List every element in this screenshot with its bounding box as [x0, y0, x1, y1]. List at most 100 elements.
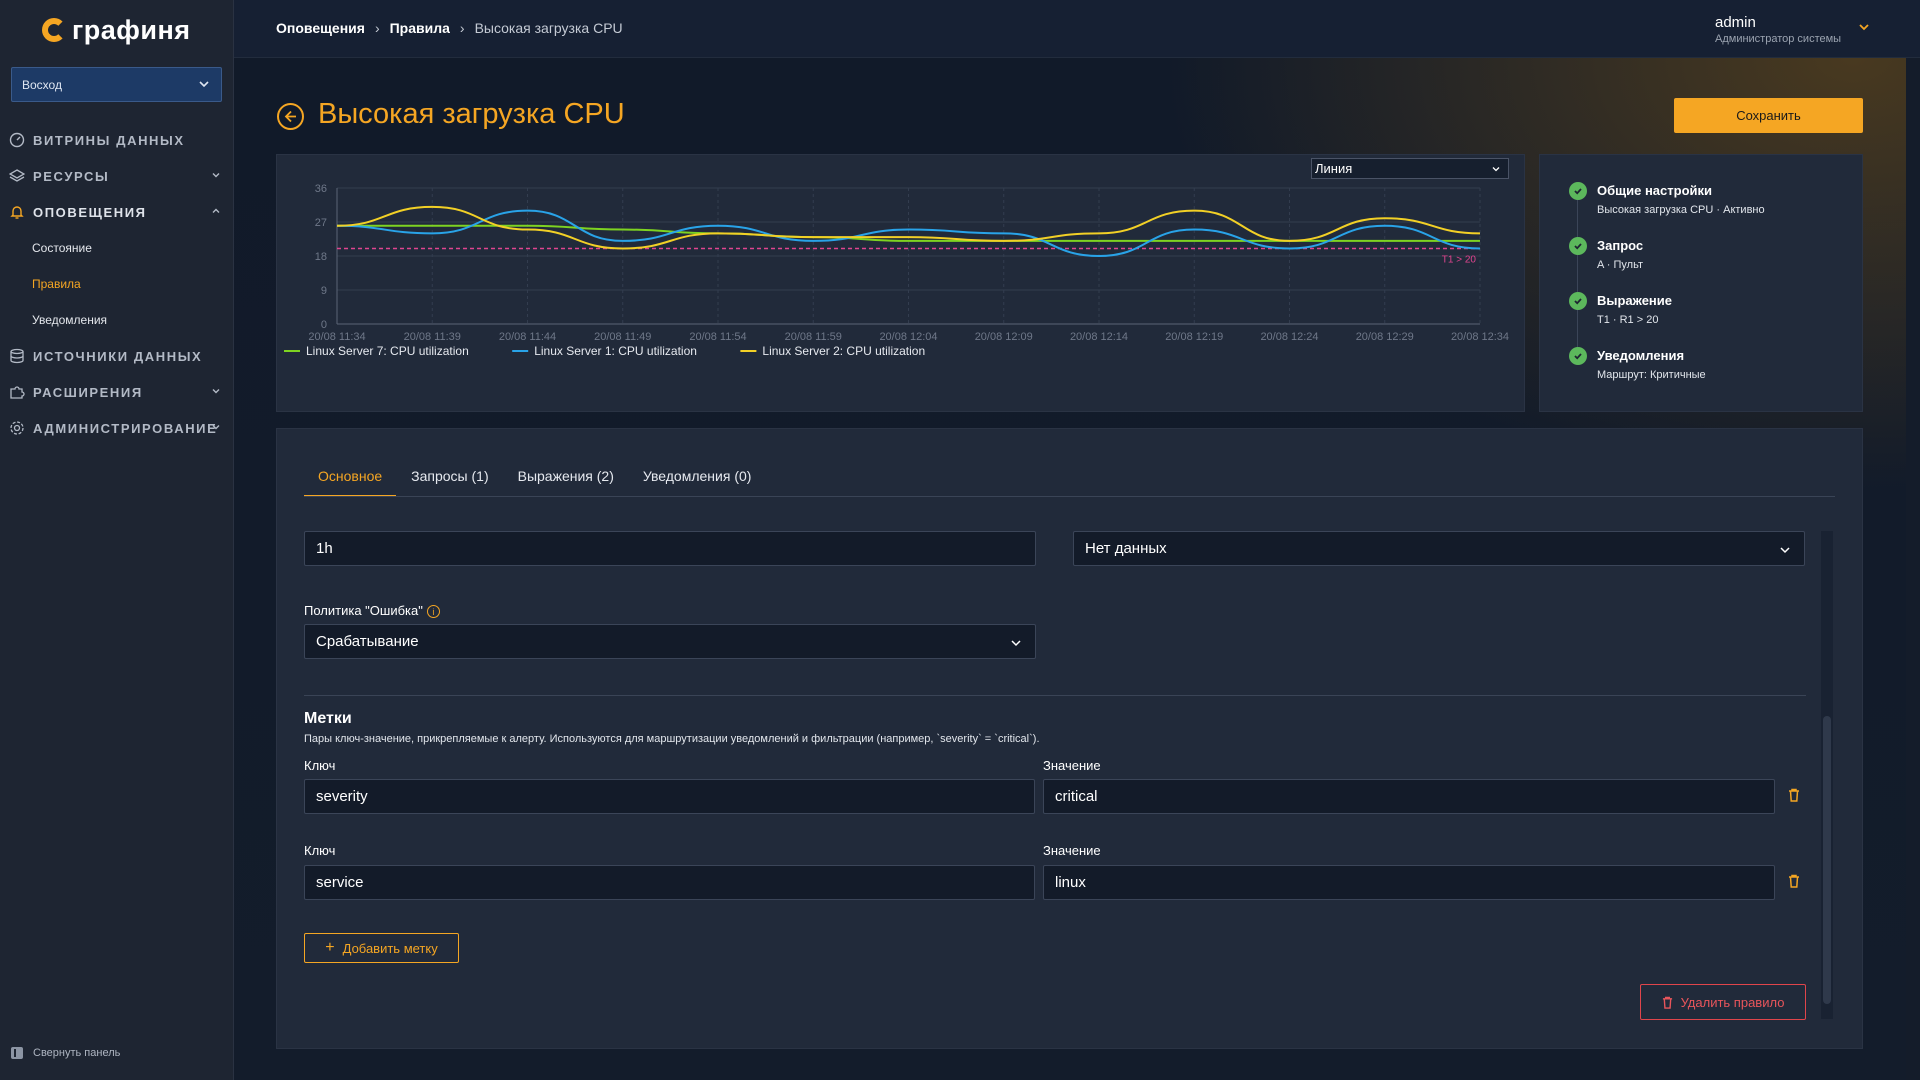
x-tick-label: 20/08 11:44 [499, 331, 556, 343]
chevron-right-icon: › [459, 20, 465, 36]
value-label: Значение [1043, 843, 1101, 858]
sidebar-subitem-notifications[interactable]: Уведомления [0, 302, 234, 338]
label-key-input[interactable]: service [304, 865, 1035, 900]
sidebar-item-label: Расширения [33, 384, 143, 400]
chevron-down-icon [212, 389, 220, 394]
check-icon [1569, 292, 1587, 310]
chevron-down-icon [212, 425, 220, 430]
labels-section-desc: Пары ключ-значение, прикрепляемые к алер… [304, 733, 1040, 745]
breadcrumb: Оповещения › Правила › Высокая загрузка … [276, 20, 623, 36]
visualization-select[interactable]: Линия [1311, 158, 1509, 179]
step-expression[interactable]: Выражение T1 · R1 > 20 [1569, 292, 1672, 326]
sidebar-collapse-icon [11, 1047, 23, 1059]
nodata-value: Нет данных [1085, 540, 1167, 557]
breadcrumb-rules[interactable]: Правила [390, 20, 450, 36]
check-icon [1569, 347, 1587, 365]
step-desc: T1 · R1 > 20 [1597, 314, 1659, 326]
sidebar-subitem-rules[interactable]: Правила [0, 266, 234, 302]
trash-icon[interactable] [1788, 874, 1800, 888]
nodata-select[interactable]: Нет данных [1073, 531, 1805, 566]
cpu-chart: 0 9 18 27 36 20/08 11:34 20/08 11:39 20/08 11:4… [284, 183, 1509, 358]
logo-text: графиня [72, 14, 191, 45]
breadcrumb-alerting[interactable]: Оповещения [276, 20, 365, 36]
threshold-label: T1 > 20 [1442, 254, 1477, 265]
tab-queries[interactable]: Запросы (1) [397, 466, 502, 497]
puzzle-icon [9, 384, 25, 400]
user-name: admin [1715, 14, 1756, 31]
x-tick-label: 20/08 12:29 [1356, 331, 1414, 343]
step-title: Запрос [1597, 238, 1644, 253]
step-general[interactable]: Общие настройки Высокая загрузка CPU · Ак… [1569, 182, 1765, 216]
sidebar-item-label: Ресурсы [33, 168, 110, 184]
sidebar-item-plugins[interactable]: Расширения [0, 374, 234, 410]
user-menu[interactable]: admin Администратор системы [1715, 14, 1869, 45]
plus-icon: + [325, 939, 335, 956]
org-select[interactable]: Восход [11, 67, 222, 102]
sidebar-item-dashboards[interactable]: Витрины данных [0, 122, 234, 158]
label-value-input[interactable]: linux [1043, 865, 1775, 900]
sidebar-item-resources[interactable]: Ресурсы [0, 158, 234, 194]
sidebar: графиня Восход Витрины данных Ресурсы Оп… [0, 0, 234, 1080]
sidebar-item-label: Источники данных [33, 348, 203, 364]
visualization-select-value: Линия [1315, 161, 1353, 176]
label-value-input[interactable]: critical [1043, 779, 1775, 814]
step-title: Уведомления [1597, 348, 1685, 363]
interval-input[interactable]: 1h [304, 531, 1036, 566]
step-query[interactable]: Запрос A · Пульт [1569, 237, 1643, 271]
section-divider [304, 695, 1806, 696]
chevron-up-icon [212, 208, 220, 213]
logo-icon [42, 18, 66, 42]
tab-bar: Основное Запросы (1) Выражения (2) Уведо… [304, 466, 766, 497]
x-tick-label: 20/08 12:19 [1165, 331, 1223, 343]
tab-notifications[interactable]: Уведомления (0) [629, 466, 766, 497]
x-tick-label: 20/08 12:34 [1451, 331, 1509, 343]
label-key-value: severity [316, 788, 368, 805]
key-label: Ключ [304, 758, 336, 773]
label-key-input[interactable]: severity [304, 779, 1035, 814]
info-icon[interactable]: i [426, 605, 440, 619]
sidebar-item-label: Витрины данных [33, 132, 185, 148]
add-label-button[interactable]: + Добавить метку [304, 933, 459, 963]
legend-label: Linux Server 2: CPU utilization [762, 344, 925, 358]
sidebar-subitem-state[interactable]: Состояние [0, 230, 234, 266]
collapse-panel-button[interactable]: Свернуть панель [11, 1047, 120, 1059]
y-tick-label: 18 [315, 251, 327, 263]
label-key-value: service [316, 874, 364, 891]
step-desc: Высокая загрузка CPU · Активно [1597, 204, 1765, 216]
x-tick-label: 20/08 11:39 [404, 331, 461, 343]
form-scrollbar-thumb[interactable] [1823, 716, 1831, 1004]
error-policy-select[interactable]: Срабатывание [304, 624, 1036, 659]
y-tick-label: 27 [315, 217, 327, 229]
sidebar-item-datasources[interactable]: Источники данных [0, 338, 234, 374]
sidebar-item-alerting[interactable]: Оповещения [0, 194, 234, 230]
check-icon [1569, 237, 1587, 255]
logo[interactable]: графиня [42, 14, 191, 46]
error-policy-label: Политика "Ошибка" [304, 603, 423, 618]
tab-expressions[interactable]: Выражения (2) [504, 466, 628, 497]
x-tick-label: 20/08 11:59 [785, 331, 842, 343]
page-scrollbar[interactable] [1906, 58, 1920, 1080]
steps-connector [1577, 200, 1578, 360]
key-label: Ключ [304, 843, 336, 858]
step-notifications[interactable]: Уведомления Маршрут: Критичные [1569, 347, 1706, 381]
tabs-divider [304, 496, 1835, 497]
breadcrumb-current: Высокая загрузка CPU [474, 20, 623, 36]
tab-main[interactable]: Основное [304, 466, 397, 497]
chevron-down-icon [1859, 24, 1869, 31]
label-value-value: critical [1055, 788, 1098, 805]
layers-icon [9, 168, 25, 184]
trash-icon [1662, 996, 1672, 1009]
save-button[interactable]: Сохранить [1674, 98, 1863, 133]
step-title: Общие настройки [1597, 183, 1712, 198]
sidebar-item-admin[interactable]: Администрирование [0, 410, 234, 446]
x-tick-label: 20/08 12:24 [1260, 331, 1318, 343]
sidebar-item-label: Оповещения [33, 204, 147, 220]
sidebar-nav: Витрины данных Ресурсы Оповещения Состоя… [0, 122, 234, 446]
delete-rule-button[interactable]: Удалить правило [1640, 984, 1806, 1020]
trash-icon[interactable] [1788, 788, 1800, 802]
interval-value: 1h [316, 540, 333, 557]
back-arrow-icon[interactable] [277, 103, 304, 130]
chevron-down-icon [212, 173, 220, 178]
legend-label: Linux Server 7: CPU utilization [306, 344, 469, 358]
chevron-down-icon [1780, 547, 1790, 554]
